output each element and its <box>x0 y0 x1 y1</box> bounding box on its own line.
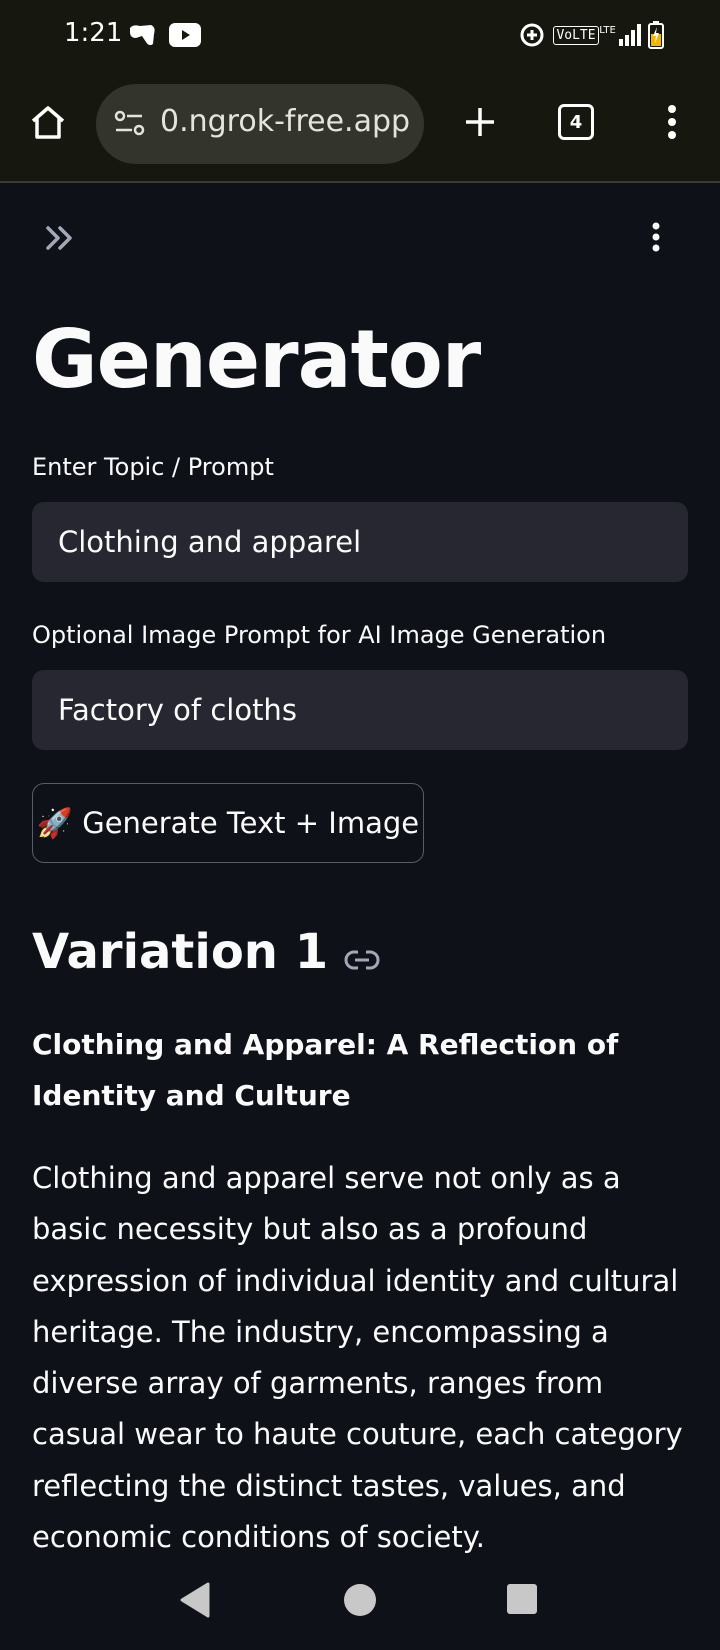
tab-switcher-button[interactable]: 4 <box>548 94 604 150</box>
app-menu-button[interactable] <box>644 221 668 257</box>
sidebar-expand-button[interactable] <box>44 223 76 257</box>
status-bar: 1:21 VoLTE LTE <box>0 0 720 72</box>
status-time: 1:21 <box>64 18 123 48</box>
image-prompt-input-value: Factory of cloths <box>58 693 297 727</box>
topic-input[interactable]: Clothing and apparel <box>32 502 688 582</box>
topic-label: Enter Topic / Prompt <box>32 453 274 481</box>
app-page: Generator Enter Topic / Prompt Clothing … <box>0 183 720 1583</box>
tab-count: 4 <box>558 104 594 140</box>
app-notification-icon <box>126 20 158 50</box>
topic-input-value: Clothing and apparel <box>58 525 362 559</box>
more-vertical-icon <box>668 105 676 139</box>
lte-signal-icon: LTE <box>598 20 644 50</box>
generate-button[interactable]: 🚀 Generate Text + Image <box>32 783 424 863</box>
home-icon <box>31 106 65 139</box>
browser-chrome: 1:21 VoLTE LTE 0.ngrok-free.app 4 <box>0 0 720 183</box>
home-circle-icon <box>344 1584 376 1616</box>
home-nav-button[interactable] <box>342 1582 378 1622</box>
variation-subheading: Clothing and Apparel: A Reflection of Id… <box>32 1028 619 1112</box>
plus-icon <box>466 108 494 136</box>
page-title: Generator <box>32 313 481 406</box>
recents-square-icon <box>507 1584 537 1614</box>
system-nav-bar <box>0 1568 720 1650</box>
browser-toolbar: 0.ngrok-free.app 4 <box>0 80 720 168</box>
recents-button[interactable] <box>506 1583 538 1619</box>
new-tab-button[interactable] <box>452 94 508 150</box>
image-prompt-label: Optional Image Prompt for AI Image Gener… <box>32 621 607 649</box>
variation-body: Clothing and apparel serve not only as a… <box>32 1161 683 1555</box>
link-icon[interactable] <box>344 927 380 983</box>
variation-heading-text: Variation 1 <box>32 924 329 980</box>
data-saver-icon <box>518 20 546 50</box>
url-text: 0.ngrok-free.app <box>160 104 411 139</box>
lte-label: LTE <box>599 24 616 36</box>
site-settings-icon[interactable] <box>114 108 146 144</box>
more-vertical-icon <box>652 222 660 252</box>
volte-icon: VoLTE <box>553 20 599 50</box>
variation-heading: Variation 1 <box>32 921 380 983</box>
generate-button-label: 🚀 Generate Text + Image <box>36 805 420 840</box>
battery-icon <box>644 20 668 50</box>
volte-label: VoLTE <box>553 25 599 45</box>
url-bar[interactable]: 0.ngrok-free.app <box>96 84 424 164</box>
back-button[interactable] <box>178 1582 212 1622</box>
chevron-double-right-icon <box>46 226 72 250</box>
home-button[interactable] <box>20 94 76 150</box>
back-triangle-icon <box>180 1582 210 1618</box>
youtube-icon <box>168 20 202 50</box>
image-prompt-input[interactable]: Factory of cloths <box>32 670 688 750</box>
browser-menu-button[interactable] <box>644 94 700 150</box>
